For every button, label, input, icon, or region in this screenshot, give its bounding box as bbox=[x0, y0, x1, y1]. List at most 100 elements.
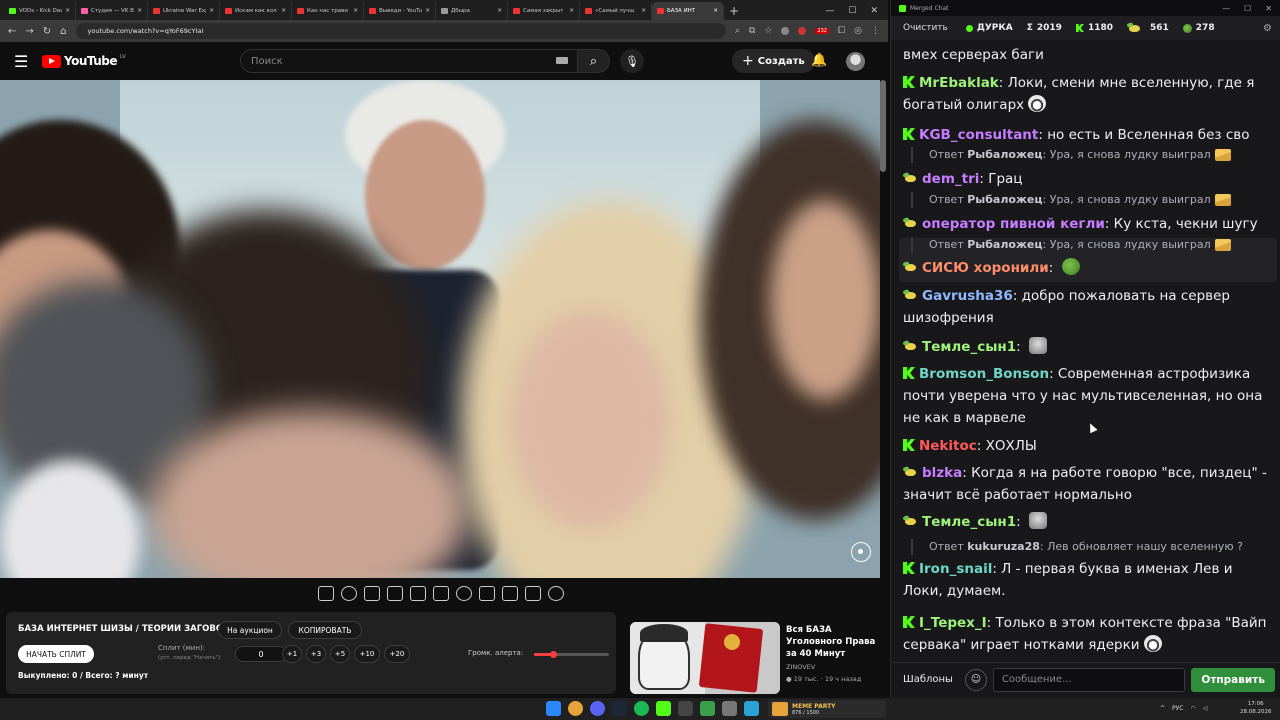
maximize-icon[interactable]: ☐ bbox=[1244, 4, 1251, 13]
alert-volume-knob[interactable] bbox=[549, 651, 557, 658]
reply-username[interactable]: Рыбаложец bbox=[967, 238, 1042, 251]
auction-button[interactable]: На аукцион bbox=[218, 621, 282, 639]
windows-start-icon[interactable] bbox=[546, 701, 561, 716]
menu-dots-icon[interactable]: ⋮ bbox=[871, 26, 880, 36]
wifi-icon[interactable]: ◠ bbox=[1191, 705, 1196, 712]
increment-button[interactable]: +1 bbox=[282, 645, 302, 663]
browser-tab[interactable]: БАЗА ИНТ ✕ bbox=[652, 2, 724, 20]
tab-close-icon[interactable]: ✕ bbox=[65, 8, 70, 14]
recommended-title[interactable]: Вся БАЗА Уголовного Права за 40 Минут bbox=[786, 624, 876, 660]
chat-username[interactable]: dem_tri bbox=[922, 171, 979, 187]
chat-username[interactable]: оператор пивной кегли bbox=[922, 216, 1105, 232]
spotify-icon[interactable] bbox=[634, 701, 649, 716]
clear-chat-button[interactable]: Очистить bbox=[899, 21, 952, 35]
search-input[interactable] bbox=[240, 49, 578, 73]
search-button[interactable]: ⌕ bbox=[578, 49, 610, 73]
clapper-icon[interactable] bbox=[387, 586, 403, 601]
increment-button[interactable]: +20 bbox=[384, 645, 410, 663]
recommended-thumbnail[interactable] bbox=[630, 622, 780, 694]
obs-icon[interactable] bbox=[678, 701, 693, 716]
browser-tab[interactable]: Дбыра ✕ bbox=[436, 2, 508, 20]
send-button[interactable]: Отправить bbox=[1191, 667, 1275, 692]
tab-close-icon[interactable]: ✕ bbox=[497, 8, 502, 14]
close-icon[interactable]: ✕ bbox=[870, 6, 878, 16]
tab-close-icon[interactable]: ✕ bbox=[137, 8, 142, 14]
chat-username[interactable]: СИСЮ хоронили bbox=[922, 260, 1049, 276]
hamburger-menu-icon[interactable]: ☰ bbox=[14, 52, 36, 71]
chat-username[interactable]: MrEbaklak bbox=[919, 75, 999, 91]
chat-username[interactable]: Темле_сын1 bbox=[922, 339, 1016, 355]
copy-button[interactable]: КОПИРОВАТЬ bbox=[288, 621, 362, 639]
loop-icon[interactable] bbox=[318, 586, 334, 601]
avatar[interactable] bbox=[846, 52, 865, 71]
new-tab-button[interactable]: + bbox=[724, 2, 744, 20]
templates-button[interactable]: Шаблоны bbox=[897, 674, 959, 685]
chat-username[interactable]: KGB_consultant bbox=[919, 127, 1038, 143]
url-field[interactable]: youtube.com/watch?v=qYoF69cYIaI bbox=[75, 23, 726, 39]
screenshot-icon[interactable] bbox=[502, 586, 518, 601]
video-player[interactable] bbox=[0, 80, 880, 578]
emoji-button[interactable]: ☺ bbox=[964, 668, 987, 691]
browser-tab[interactable]: Студия — VK Видео✕ bbox=[76, 2, 148, 20]
increment-button[interactable]: +5 bbox=[330, 645, 350, 663]
speaker-icon[interactable]: ◁ bbox=[1203, 705, 1208, 712]
browser-tab[interactable]: VODs - Kick Dash ✕ bbox=[4, 2, 76, 20]
video-overlay-button[interactable] bbox=[851, 542, 871, 562]
forward-icon[interactable]: → bbox=[25, 26, 33, 37]
zoom-icon[interactable]: ⌕ bbox=[735, 26, 740, 36]
create-button[interactable]: + Создать bbox=[732, 49, 815, 73]
browser-tab[interactable]: Искам как кол ✕ bbox=[220, 2, 292, 20]
chat-message-input[interactable] bbox=[992, 667, 1186, 692]
tab-close-icon[interactable]: ✕ bbox=[209, 8, 214, 14]
discord-icon[interactable] bbox=[590, 701, 605, 716]
tab-close-icon[interactable]: ✕ bbox=[281, 8, 286, 14]
extension-icon[interactable] bbox=[781, 27, 790, 35]
chat-app-taskbar-icon[interactable] bbox=[700, 701, 715, 716]
reload-icon[interactable]: ↻ bbox=[43, 26, 51, 37]
chat-username[interactable]: Bromson_Bonson bbox=[919, 366, 1049, 382]
profile-icon[interactable]: ◎ bbox=[854, 26, 862, 36]
increment-button[interactable]: +10 bbox=[354, 645, 380, 663]
chat-settings-gear-icon[interactable]: ⚙ bbox=[1263, 23, 1272, 34]
extension-icon[interactable] bbox=[798, 27, 807, 35]
browser-tab[interactable]: Ukraine War Exp ✕ bbox=[148, 2, 220, 20]
tab-close-icon[interactable]: ✕ bbox=[425, 8, 430, 14]
folder-icon[interactable] bbox=[722, 701, 737, 716]
chat-username[interactable]: blzka bbox=[922, 465, 962, 481]
increment-button[interactable]: +3 bbox=[306, 645, 326, 663]
tray-chevron-icon[interactable]: ^ bbox=[1160, 705, 1165, 712]
puzzle-icon[interactable]: ⧠ bbox=[838, 26, 845, 36]
system-clock[interactable]: 17:06 28.08.2026 bbox=[1240, 700, 1272, 716]
tab-close-icon[interactable]: ✕ bbox=[713, 8, 718, 14]
keyboard-icon[interactable] bbox=[556, 57, 568, 64]
meme-party-widget[interactable]: MEME PARTY 876 / 1500 bbox=[768, 700, 886, 718]
cinema-icon[interactable] bbox=[364, 586, 380, 601]
reply-username[interactable]: kukuruza28 bbox=[967, 540, 1040, 553]
pip-icon[interactable] bbox=[410, 586, 426, 601]
broadcast-icon[interactable] bbox=[341, 586, 357, 601]
add-icon[interactable] bbox=[479, 586, 495, 601]
home-icon[interactable]: ⌂ bbox=[60, 26, 66, 37]
page-scrollbar[interactable] bbox=[880, 80, 886, 172]
back-icon[interactable]: ← bbox=[8, 26, 16, 37]
start-split-button[interactable]: НАЧАТЬ СПЛИТ bbox=[18, 645, 94, 663]
chat-username[interactable]: Iron_snail bbox=[919, 561, 992, 577]
keyboard-language[interactable]: РУС bbox=[1172, 705, 1183, 712]
flask-icon[interactable] bbox=[525, 586, 541, 601]
reply-username[interactable]: Рыбаложец bbox=[967, 148, 1042, 161]
speed-icon[interactable] bbox=[456, 586, 472, 601]
chat-username[interactable]: Nekitoc bbox=[919, 438, 977, 454]
telegram-icon[interactable] bbox=[744, 701, 759, 716]
browser-tab[interactable]: Самая закрыт ✕ bbox=[508, 2, 580, 20]
close-icon[interactable]: ✕ bbox=[1265, 4, 1272, 13]
subtitles-icon[interactable] bbox=[433, 586, 449, 601]
split-minutes-input[interactable] bbox=[235, 646, 287, 662]
bookmark-star-icon[interactable]: ☆ bbox=[764, 26, 772, 36]
steam-icon[interactable] bbox=[612, 701, 627, 716]
alert-volume-slider[interactable] bbox=[534, 651, 609, 658]
chat-username[interactable]: I_Tepex_I bbox=[919, 615, 987, 631]
tab-close-icon[interactable]: ✕ bbox=[353, 8, 358, 14]
install-icon[interactable]: ⧉ bbox=[749, 26, 755, 36]
browser-tab[interactable]: Выведи - YouTube✕ bbox=[364, 2, 436, 20]
minimize-icon[interactable]: — bbox=[825, 6, 834, 16]
